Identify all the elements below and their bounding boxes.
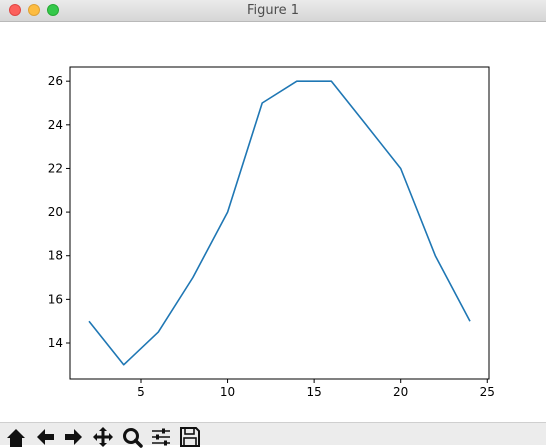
- home-button[interactable]: [4, 426, 28, 448]
- pan-button[interactable]: [91, 426, 115, 448]
- axes-frame: [69, 66, 490, 380]
- line-chart: 5 10 15 20 25 14 16 18 20 22 24 26: [48, 66, 495, 399]
- series-line-0: [88, 80, 471, 366]
- zoom-icon: [123, 428, 143, 448]
- y-tick-label: 14: [48, 336, 63, 350]
- plot-area: 5 10 15 20 25 14 16 18 20 22 24 26: [0, 22, 546, 422]
- figure-window: Figure 1 5 10 15 20 25 14 16 18 20 22 24 26: [0, 0, 546, 448]
- forward-arrow-icon: [65, 429, 82, 445]
- back-button[interactable]: [33, 426, 57, 448]
- home-icon: [7, 429, 25, 447]
- y-tick-label: 20: [48, 205, 63, 219]
- subplots-config-icon: [152, 428, 170, 446]
- navigation-toolbar: [0, 422, 546, 448]
- save-icon: [180, 427, 200, 447]
- y-tick-label: 16: [48, 292, 63, 306]
- x-tick-label: 20: [393, 385, 408, 399]
- y-tick-label: 24: [48, 118, 63, 132]
- x-tick-label: 15: [306, 385, 321, 399]
- back-arrow-icon: [37, 429, 54, 445]
- x-tick-label: 5: [137, 385, 145, 399]
- y-tick-label: 26: [48, 74, 63, 88]
- y-tick-label: 22: [48, 161, 63, 175]
- save-button[interactable]: [178, 426, 202, 448]
- y-tick-label: 18: [48, 249, 63, 263]
- title-bar: Figure 1: [0, 0, 546, 22]
- pan-icon: [93, 427, 113, 447]
- configure-subplots-button[interactable]: [149, 426, 173, 448]
- x-tick-label: 25: [480, 385, 495, 399]
- zoom-button[interactable]: [120, 426, 144, 448]
- window-title: Figure 1: [246, 3, 300, 18]
- forward-button[interactable]: [62, 426, 86, 448]
- x-tick-label: 10: [220, 385, 235, 399]
